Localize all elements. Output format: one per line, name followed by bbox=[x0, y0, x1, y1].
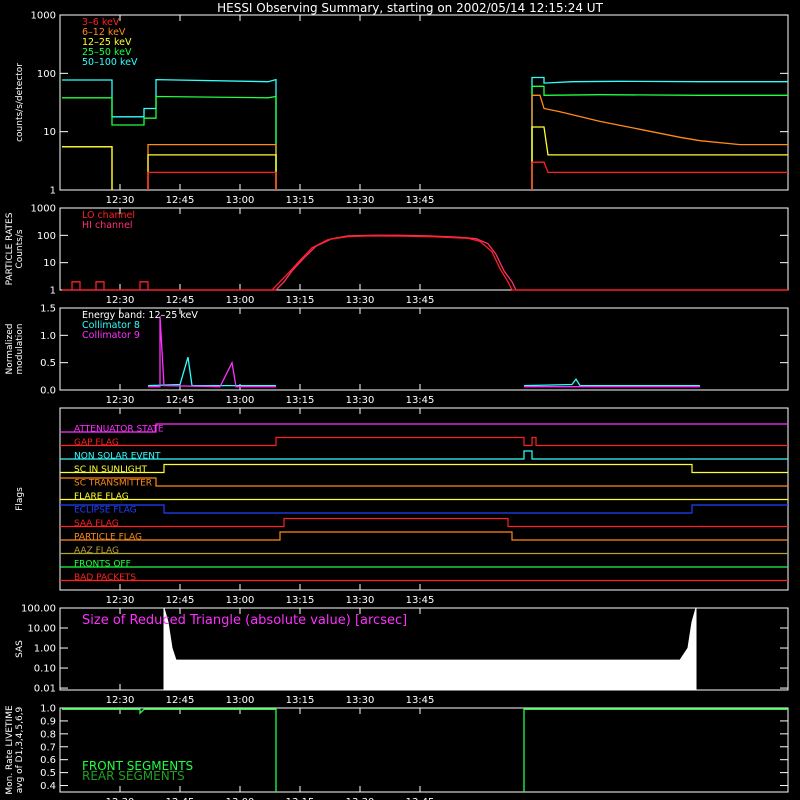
modulation-xtick-label: 12:45 bbox=[166, 395, 195, 406]
particle-rates-xtick-label: 13:15 bbox=[286, 295, 315, 306]
flag-label: ECLIPSE FLAG bbox=[74, 506, 137, 516]
particle-rates-ytick-label: 10 bbox=[43, 258, 56, 269]
counts-ylabel: counts/s/detector bbox=[15, 63, 25, 142]
sas-ylabel: SAS bbox=[15, 640, 25, 658]
sas-xtick-label: 12:30 bbox=[106, 695, 135, 706]
flags-xtick-label: 13:30 bbox=[346, 595, 375, 606]
modulation-ytick-label: 1.5 bbox=[40, 304, 56, 315]
particle-rates-xtick-label: 12:45 bbox=[166, 295, 195, 306]
page-title: HESSI Observing Summary, starting on 200… bbox=[217, 1, 603, 15]
flags-xtick-label: 13:15 bbox=[286, 595, 315, 606]
flag-label: ATTENUATOR STATE bbox=[74, 425, 164, 435]
livetime-legend-entry: REAR SEGMENTS bbox=[82, 769, 185, 783]
flag-label: FRONTS OFF bbox=[74, 560, 131, 570]
counts-xtick-label: 13:45 bbox=[406, 195, 435, 206]
sas-xtick-label: 13:30 bbox=[346, 695, 375, 706]
flags-xtick-label: 13:00 bbox=[226, 595, 255, 606]
livetime-ylabel: Mon. Rate LIVETIMEavg of D1,3,4,5,6,9 bbox=[5, 705, 25, 795]
counts-ytick-label: 10 bbox=[43, 127, 56, 138]
livetime-ytick-label: 0.6 bbox=[40, 755, 56, 766]
counts-ytick-label: 1 bbox=[50, 186, 56, 197]
particle-rates-xtick-label: 13:30 bbox=[346, 295, 375, 306]
sas-xtick-label: 13:00 bbox=[226, 695, 255, 706]
modulation-ytick-label: 1.0 bbox=[40, 331, 56, 342]
modulation-ytick-label: 0.0 bbox=[40, 386, 56, 397]
particle-rates-xtick-label: 13:45 bbox=[406, 295, 435, 306]
flag-label: BAD PACKETS bbox=[74, 573, 136, 583]
flags-xtick-label: 12:30 bbox=[106, 595, 135, 606]
counts-xtick-label: 12:45 bbox=[166, 195, 195, 206]
counts-xtick-label: 13:00 bbox=[226, 195, 255, 206]
sas-xtick-label: 13:15 bbox=[286, 695, 315, 706]
livetime-ytick-label: 0.7 bbox=[40, 742, 56, 753]
livetime-ytick-label: 0.4 bbox=[40, 781, 56, 792]
counts-xtick-label: 13:30 bbox=[346, 195, 375, 206]
particle-rates-ytick-label: 100 bbox=[37, 231, 56, 242]
particle-rates-xtick-label: 12:30 bbox=[106, 295, 135, 306]
flags-xtick-label: 12:45 bbox=[166, 595, 195, 606]
sas-ytick-label: 1.00 bbox=[34, 644, 56, 655]
hessi-summary-plot: HESSI Observing Summary, starting on 200… bbox=[0, 0, 800, 800]
counts-legend-entry: 50–100 keV bbox=[82, 57, 138, 68]
particle-rates-ytick-label: 1 bbox=[50, 286, 56, 297]
modulation-xtick-label: 12:30 bbox=[106, 395, 135, 406]
livetime-ytick-label: 0.9 bbox=[40, 716, 56, 727]
flag-label: PARTICLE FLAG bbox=[74, 533, 142, 543]
flag-label: SAA FLAG bbox=[74, 519, 119, 529]
flag-label: NON SOLAR EVENT bbox=[74, 452, 161, 462]
flag-label: SC TRANSMITTER bbox=[74, 479, 152, 489]
particle-rates-ytick-label: 1000 bbox=[31, 204, 56, 215]
counts-ytick-label: 1000 bbox=[31, 11, 56, 22]
modulation-xtick-label: 13:15 bbox=[286, 395, 315, 406]
flags-xtick-label: 13:45 bbox=[406, 595, 435, 606]
modulation-ytick-label: 0.5 bbox=[40, 358, 56, 369]
livetime-ytick-label: 1.0 bbox=[40, 704, 56, 715]
counts-ytick-label: 100 bbox=[37, 69, 56, 80]
flag-label: AAZ FLAG bbox=[74, 546, 119, 556]
sas-ytick-label: 10.00 bbox=[27, 624, 56, 635]
sas-xtick-label: 12:45 bbox=[166, 695, 195, 706]
sas-annotation: Size of Reduced Triangle (absolute value… bbox=[82, 613, 407, 628]
modulation-xtick-label: 13:00 bbox=[226, 395, 255, 406]
modulation-ylabel: Normalizedmodulation bbox=[5, 323, 25, 374]
sas-xtick-label: 13:45 bbox=[406, 695, 435, 706]
flag-label: SC IN SUNLIGHT bbox=[74, 465, 148, 475]
particle-rates-xtick-label: 13:00 bbox=[226, 295, 255, 306]
sas-ytick-label: 0.01 bbox=[34, 684, 56, 695]
particle-rates-legend-entry: HI channel bbox=[82, 220, 133, 231]
counts-xtick-label: 12:30 bbox=[106, 195, 135, 206]
sas-ytick-label: 100.00 bbox=[21, 604, 56, 615]
flags-ylabel: Flags bbox=[15, 487, 25, 511]
flag-label: GAP FLAG bbox=[74, 438, 119, 448]
modulation-xtick-label: 13:30 bbox=[346, 395, 375, 406]
counts-xtick-label: 13:15 bbox=[286, 195, 315, 206]
sas-ytick-label: 0.10 bbox=[34, 664, 56, 675]
modulation-legend-entry: Collimator 9 bbox=[82, 330, 140, 341]
flag-label: FLARE FLAG bbox=[74, 492, 129, 502]
livetime-ytick-label: 0.8 bbox=[40, 729, 56, 740]
livetime-ytick-label: 0.5 bbox=[40, 768, 56, 779]
modulation-xtick-label: 13:45 bbox=[406, 395, 435, 406]
